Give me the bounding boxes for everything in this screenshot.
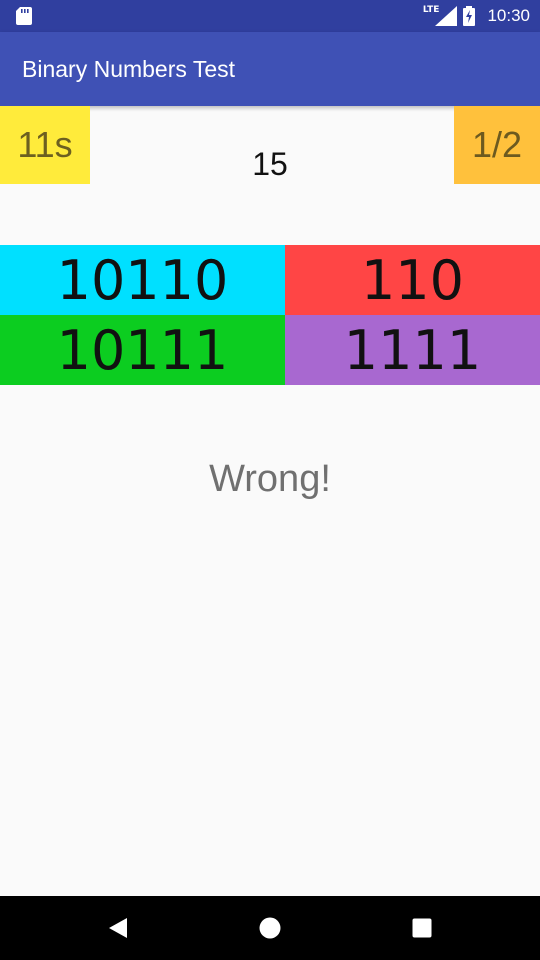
- recents-button[interactable]: [382, 896, 462, 960]
- network-type-label: LTE: [422, 5, 440, 15]
- app-title: Binary Numbers Test: [22, 56, 236, 82]
- option-label: 110: [360, 248, 465, 312]
- home-button[interactable]: [230, 896, 310, 960]
- clock: 10:30: [487, 6, 530, 25]
- recents-icon: [412, 918, 432, 938]
- option-button-3[interactable]: 10111: [0, 315, 285, 385]
- option-label: 10110: [56, 248, 229, 312]
- back-button[interactable]: [78, 896, 158, 960]
- option-button-1[interactable]: 10110: [0, 245, 285, 315]
- back-icon: [109, 918, 127, 938]
- battery-charging-icon: [463, 6, 476, 26]
- option-button-4[interactable]: 1111: [285, 315, 540, 385]
- app-bar: Binary Numbers Test: [0, 32, 540, 106]
- option-button-2[interactable]: 110: [285, 245, 540, 315]
- answer-options: 10110 110 10111 1111: [0, 245, 540, 385]
- option-label: 10111: [56, 318, 229, 382]
- status-bar: LTE 10:30: [0, 0, 540, 32]
- option-label: 1111: [343, 318, 482, 382]
- sd-card-icon: [16, 7, 32, 25]
- navigation-bar: [0, 896, 540, 960]
- result-message: Wrong!: [209, 458, 331, 500]
- target-number: 15: [252, 146, 288, 182]
- home-icon: [259, 917, 281, 939]
